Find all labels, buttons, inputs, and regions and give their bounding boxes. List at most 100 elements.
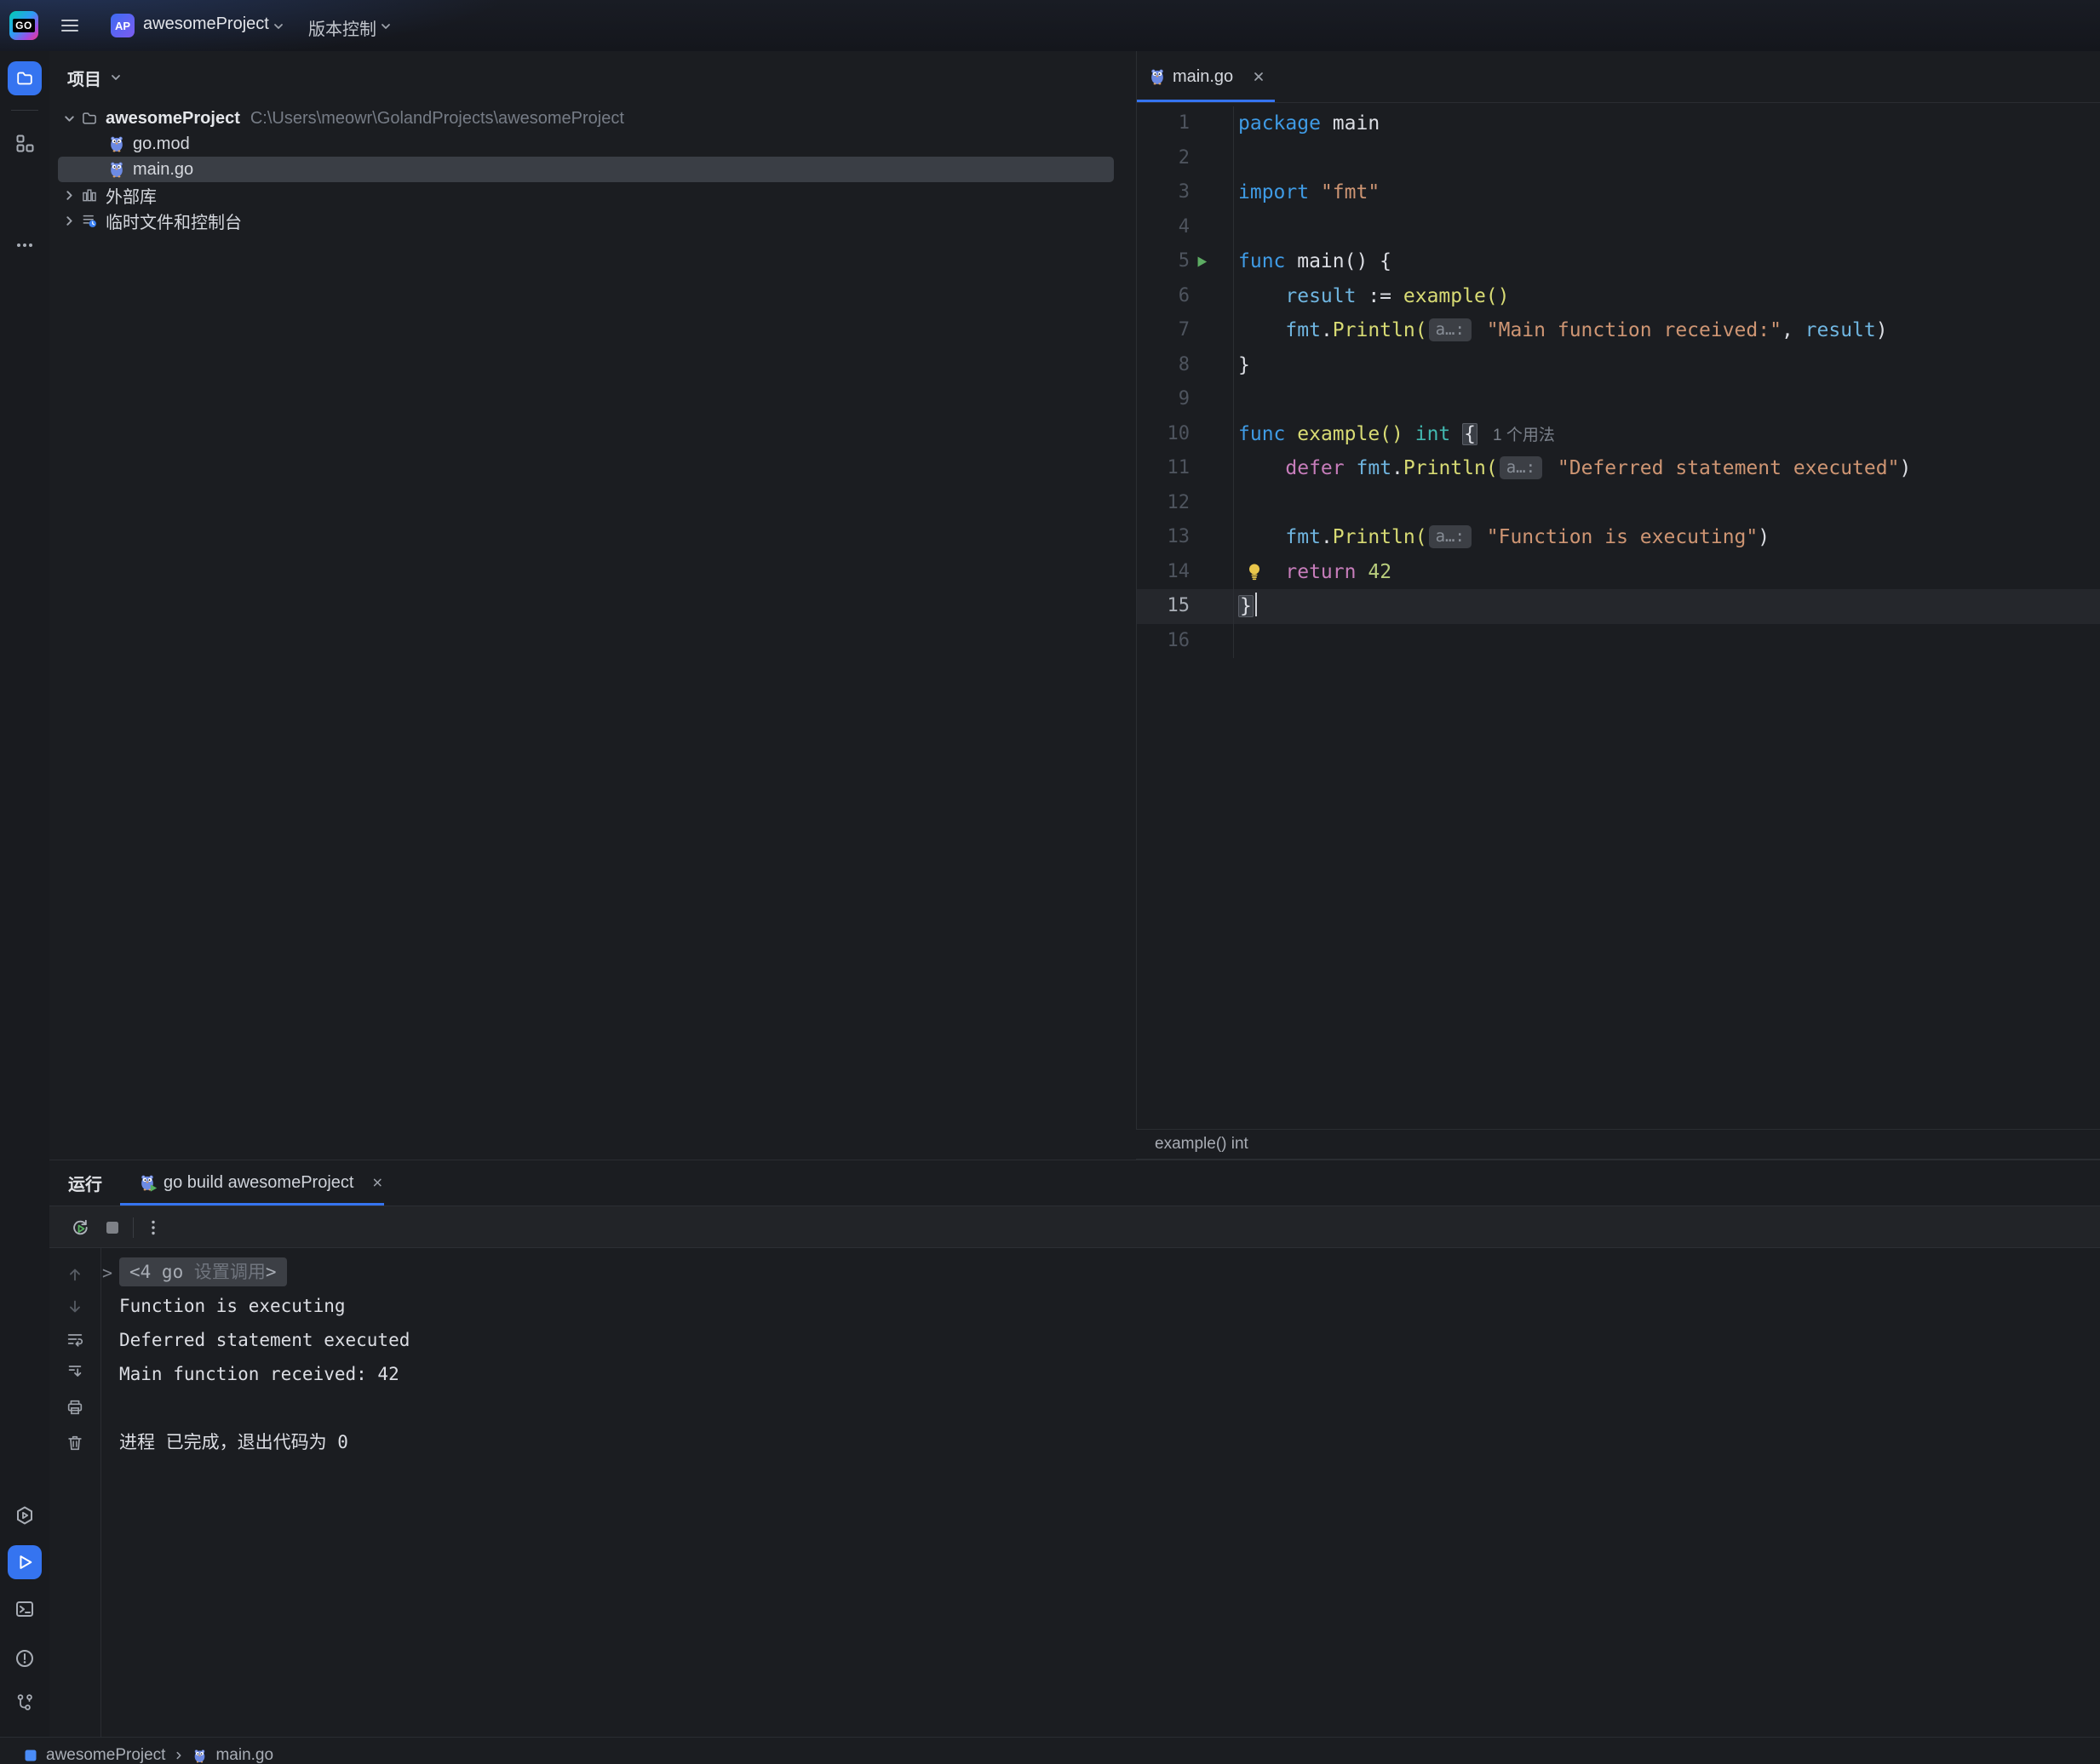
code-text: import "fmt" xyxy=(1234,175,1380,210)
run-gutter-icon[interactable] xyxy=(1190,244,1233,279)
console-fold-arrow[interactable]: > xyxy=(102,1263,112,1283)
terminal-tool-button[interactable] xyxy=(14,1599,35,1619)
code-text xyxy=(1234,210,1238,245)
editor-gutter: 6 xyxy=(1137,279,1234,314)
prev-occurrence-button[interactable] xyxy=(65,1264,85,1285)
project-panel-header[interactable]: 项目 xyxy=(67,65,122,90)
code-line-1[interactable]: 1package main xyxy=(1137,106,2100,141)
project-tool-button[interactable] xyxy=(8,61,42,95)
tree-item-临时文件和控制台[interactable]: 临时文件和控制台 xyxy=(58,208,1114,233)
gutter-slot xyxy=(1190,210,1233,245)
code-line-10[interactable]: 10func example() int {1 个用法 xyxy=(1137,417,2100,452)
code-line-4[interactable]: 4 xyxy=(1137,210,2100,245)
code-line-14[interactable]: 14 return 42 xyxy=(1137,555,2100,590)
code-editor[interactable]: 1package main23import "fmt"45func main()… xyxy=(1137,103,2100,1183)
tree-item-label: 临时文件和控制台 xyxy=(106,209,242,233)
project-avatar-badge[interactable]: AP xyxy=(111,14,135,37)
tab-main-go[interactable]: main.go xyxy=(1137,51,1275,102)
console-gutter-divider xyxy=(100,1248,101,1737)
rerun-icon xyxy=(70,1217,90,1238)
gutter-slot xyxy=(1190,555,1233,590)
code-line-7[interactable]: 7 fmt.Println(a…: "Main function receive… xyxy=(1137,313,2100,348)
close-icon[interactable] xyxy=(371,1176,384,1189)
code-line-2[interactable]: 2 xyxy=(1137,141,2100,176)
gutter-slot xyxy=(1190,589,1233,624)
console-line: 进程 已完成，退出代码为 0 xyxy=(119,1425,2083,1459)
code-text xyxy=(1234,141,1238,176)
close-icon[interactable] xyxy=(1252,70,1265,83)
line-number: 10 xyxy=(1137,417,1190,452)
run-tool-button[interactable] xyxy=(8,1545,42,1579)
code-line-15[interactable]: 15} xyxy=(1137,589,2100,624)
main-menu-button[interactable] xyxy=(60,15,80,36)
parameter-hint-chip[interactable]: a…: xyxy=(1429,525,1472,548)
vcs-widget[interactable]: 版本控制 xyxy=(308,15,376,40)
more-tool-windows-button[interactable] xyxy=(14,235,35,255)
scroll-to-end-button[interactable] xyxy=(65,1361,85,1382)
print-button[interactable] xyxy=(65,1397,85,1418)
chevron-right-icon[interactable] xyxy=(61,189,77,202)
usages-hint[interactable]: 1 个用法 xyxy=(1493,427,1555,444)
line-number: 12 xyxy=(1137,486,1190,521)
stop-button[interactable] xyxy=(102,1217,123,1238)
gutter-slot xyxy=(1190,486,1233,521)
breadcrumb-file[interactable]: main.go xyxy=(215,1746,273,1764)
gutter-slot xyxy=(1190,520,1233,555)
code-line-13[interactable]: 13 fmt.Println(a…: "Function is executin… xyxy=(1137,520,2100,555)
code-line-3[interactable]: 3import "fmt" xyxy=(1137,175,2100,210)
editor-gutter: 4 xyxy=(1137,210,1234,245)
gopher-icon xyxy=(107,161,126,178)
vcs-chevron-icon[interactable] xyxy=(380,20,392,32)
parameter-hint-chip[interactable]: a…: xyxy=(1500,456,1542,479)
goland-window: GO AP awesomeProject 版本控制 xyxy=(0,0,2100,1764)
module-icon xyxy=(24,1749,37,1762)
chevron-down-icon[interactable] xyxy=(110,72,122,83)
gutter-slot xyxy=(1190,279,1233,314)
code-line-6[interactable]: 6 result := example() xyxy=(1137,279,2100,314)
line-number: 2 xyxy=(1137,141,1190,176)
intention-bulb-icon[interactable] xyxy=(1244,561,1265,581)
problems-icon xyxy=(14,1648,35,1669)
code-line-11[interactable]: 11 defer fmt.Println(a…: "Deferred state… xyxy=(1137,451,2100,486)
services-tool-button[interactable] xyxy=(14,1505,35,1526)
tree-item-awesomeProject[interactable]: awesomeProjectC:\Users\meowr\GolandProje… xyxy=(58,106,1114,131)
gutter-slot xyxy=(1190,313,1233,348)
console-output[interactable]: <4 go 设置调用>Function is executingDeferred… xyxy=(119,1255,2083,1459)
code-line-16[interactable]: 16 xyxy=(1137,624,2100,659)
breadcrumb-project[interactable]: awesomeProject xyxy=(46,1746,165,1764)
console-command-line[interactable]: <4 go 设置调用> xyxy=(119,1255,2083,1289)
chevron-right-icon[interactable] xyxy=(61,215,77,227)
editor-gutter: 5 xyxy=(1137,244,1234,279)
rerun-button[interactable] xyxy=(70,1217,90,1238)
parameter-hint-chip[interactable]: a…: xyxy=(1429,318,1472,341)
library-icon xyxy=(80,186,99,203)
trash-icon xyxy=(66,1434,84,1452)
collapsed-command-chip[interactable]: <4 go 设置调用> xyxy=(119,1257,287,1286)
gutter-slot xyxy=(1190,141,1233,176)
run-toolbar xyxy=(49,1206,2100,1248)
line-number: 11 xyxy=(1137,451,1190,486)
code-line-5[interactable]: 5func main() { xyxy=(1137,244,2100,279)
problems-tool-button[interactable] xyxy=(14,1648,35,1669)
project-selector-chevron-icon[interactable] xyxy=(273,20,284,32)
editor-pane: main.go 1package main23import "fmt"45fun… xyxy=(1136,51,2100,1160)
gopher-file-icon xyxy=(192,1749,207,1763)
next-occurrence-button[interactable] xyxy=(65,1297,85,1317)
run-tab[interactable]: go build awesomeProject xyxy=(120,1160,384,1205)
code-line-8[interactable]: 8} xyxy=(1137,348,2100,383)
editor-gutter: 16 xyxy=(1137,624,1234,659)
soft-wrap-button[interactable] xyxy=(65,1329,85,1349)
command-dim: 设置调用 xyxy=(194,1262,266,1282)
line-number: 4 xyxy=(1137,210,1190,245)
more-options-button[interactable] xyxy=(143,1217,164,1238)
git-tool-button[interactable] xyxy=(14,1692,35,1713)
chevron-down-icon[interactable] xyxy=(61,112,77,125)
structure-tool-button[interactable] xyxy=(14,133,35,153)
project-selector[interactable]: awesomeProject xyxy=(143,14,269,34)
code-line-12[interactable]: 12 xyxy=(1137,486,2100,521)
clear-console-button[interactable] xyxy=(65,1433,85,1453)
tree-item-go.mod[interactable]: go.mod xyxy=(58,131,1114,157)
tree-item-main.go[interactable]: main.go xyxy=(58,157,1114,182)
code-line-9[interactable]: 9 xyxy=(1137,382,2100,417)
tree-item-外部库[interactable]: 外部库 xyxy=(58,182,1114,208)
